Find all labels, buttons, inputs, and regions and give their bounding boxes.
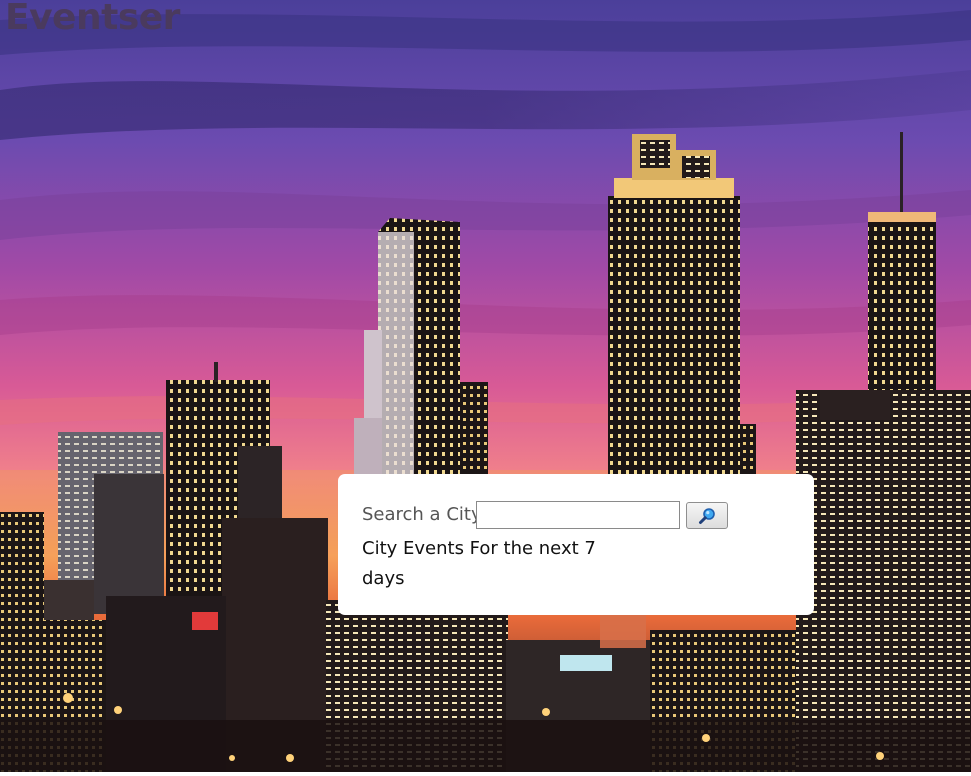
magnifier-icon [687, 507, 727, 525]
search-card: Search a City City Events For the next 7… [338, 474, 814, 615]
city-search-input[interactable] [476, 501, 680, 529]
skyline-image [0, 0, 971, 772]
search-button[interactable] [686, 502, 728, 529]
events-heading: City Events For the next 7 days [362, 538, 596, 589]
city-skyline-background [0, 0, 971, 772]
app-title: Eventser [5, 0, 180, 38]
search-label: Search a City [362, 504, 482, 525]
